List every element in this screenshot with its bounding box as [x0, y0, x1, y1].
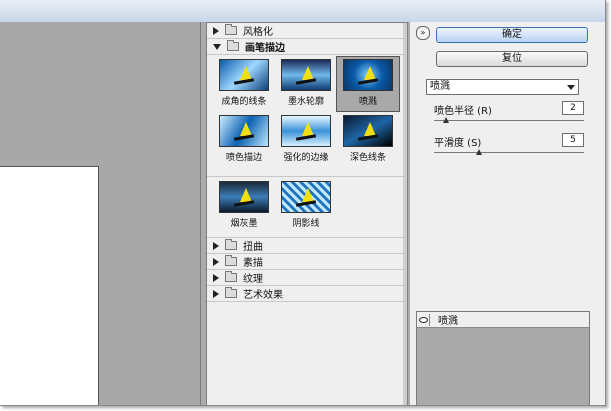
folder-icon — [225, 271, 237, 282]
filter-select-value: 喷溅 — [430, 81, 450, 92]
category-label: 扭曲 — [243, 242, 263, 253]
filter-thumb-ink-outlines[interactable]: 墨水轮廓 — [275, 57, 337, 111]
expand-triangle-icon — [213, 289, 219, 298]
filter-preview-image — [219, 181, 269, 213]
category-row-distort[interactable]: 扭曲 — [207, 238, 407, 254]
brush-stroke-thumbnails-row3: 烟灰墨 阴影线 — [207, 177, 407, 238]
filter-preview-image — [219, 115, 269, 147]
spray-radius-slider-thumb[interactable] — [443, 117, 449, 123]
filter-thumb-sprayed-strokes[interactable]: 喷色描边 — [213, 113, 275, 167]
filter-gallery-window: 风格化 画笔描边 成角的线条 墨水轮廓 喷溅 喷色描边 强化的边缘 深色线条 烟… — [0, 0, 606, 406]
collapse-icon: » — [420, 28, 426, 37]
filter-caption: 喷色描边 — [225, 153, 262, 163]
filter-caption: 喷溅 — [358, 97, 377, 107]
preview-canvas — [0, 166, 99, 405]
filter-preview-image — [281, 59, 331, 91]
folder-icon — [225, 255, 237, 266]
eye-visibility-icon[interactable] — [417, 313, 430, 326]
filter-caption: 阴影线 — [292, 219, 320, 229]
board-graphic — [295, 78, 317, 85]
effect-layers-panel: 喷溅 — [416, 311, 590, 405]
filter-thumb-dark-strokes[interactable]: 深色线条 — [337, 113, 399, 167]
effect-layer-label: 喷溅 — [438, 316, 458, 327]
filter-caption: 深色线条 — [349, 153, 386, 163]
spray-radius-input[interactable]: 2 — [562, 101, 584, 115]
filter-preview-image — [343, 59, 393, 91]
expand-triangle-icon — [213, 257, 219, 266]
category-row-stylize[interactable]: 风格化 — [207, 23, 407, 39]
brush-stroke-thumbnails: 成角的线条 墨水轮廓 喷溅 喷色描边 强化的边缘 深色线条 — [207, 55, 407, 177]
filter-browser: 风格化 画笔描边 成角的线条 墨水轮廓 喷溅 喷色描边 强化的边缘 深色线条 烟… — [206, 22, 408, 405]
category-label: 风格化 — [243, 27, 273, 38]
category-label: 纹理 — [243, 274, 263, 285]
category-row-brush-strokes[interactable]: 画笔描边 — [207, 39, 407, 55]
category-label: 素描 — [243, 258, 263, 269]
dropdown-arrow-icon — [567, 85, 575, 90]
smoothness-label: 平滑度 (S) — [434, 138, 482, 149]
filter-thumb-angled-strokes[interactable]: 成角的线条 — [213, 57, 275, 111]
reset-button[interactable]: 复位 — [436, 51, 588, 67]
filter-thumb-crosshatch[interactable]: 阴影线 — [275, 179, 337, 233]
category-row-sketch[interactable]: 素描 — [207, 254, 407, 270]
filter-thumb-spatter[interactable]: 喷溅 — [336, 56, 400, 112]
expand-triangle-icon — [213, 241, 219, 250]
board-graphic — [233, 78, 255, 85]
expand-triangle-icon — [213, 26, 219, 35]
board-graphic — [357, 134, 379, 141]
filter-select[interactable]: 喷溅 — [426, 79, 579, 95]
spray-radius-label: 喷色半径 (R) — [434, 106, 492, 117]
board-graphic — [295, 134, 317, 141]
folder-icon — [225, 24, 237, 35]
category-row-texture[interactable]: 纹理 — [207, 270, 407, 286]
folder-icon — [225, 287, 237, 298]
expand-triangle-icon — [213, 273, 219, 282]
smoothness-slider-thumb[interactable] — [476, 149, 482, 155]
ok-button[interactable]: 确定 — [436, 27, 588, 43]
filter-caption: 强化的边缘 — [283, 153, 329, 163]
filter-preview-image — [343, 115, 393, 147]
collapse-panel-button[interactable]: » — [416, 26, 430, 40]
filter-caption: 墨水轮廓 — [287, 97, 324, 107]
category-row-artistic[interactable]: 艺术效果 — [207, 286, 407, 302]
title-bar — [0, 0, 605, 23]
folder-icon — [227, 40, 239, 51]
category-label: 艺术效果 — [243, 290, 283, 301]
effect-layer-row[interactable]: 喷溅 — [417, 312, 589, 328]
preview-area[interactable] — [0, 22, 201, 405]
board-graphic — [233, 134, 255, 141]
filter-preview-image — [219, 59, 269, 91]
filter-caption: 烟灰墨 — [230, 219, 258, 229]
board-graphic — [295, 200, 317, 207]
filter-preview-image — [281, 181, 331, 213]
filter-preview-image — [281, 115, 331, 147]
collapse-triangle-icon — [213, 43, 221, 50]
filter-thumb-sumi-e[interactable]: 烟灰墨 — [213, 179, 275, 233]
spray-radius-slider-track[interactable] — [434, 120, 584, 121]
smoothness-slider-track[interactable] — [434, 152, 584, 153]
folder-icon — [225, 239, 237, 250]
board-graphic — [233, 200, 255, 207]
category-label: 画笔描边 — [245, 43, 285, 54]
filter-caption: 成角的线条 — [221, 97, 267, 107]
smoothness-input[interactable]: 5 — [562, 133, 584, 147]
filter-thumb-accented-edges[interactable]: 强化的边缘 — [275, 113, 337, 167]
board-graphic — [357, 78, 379, 85]
